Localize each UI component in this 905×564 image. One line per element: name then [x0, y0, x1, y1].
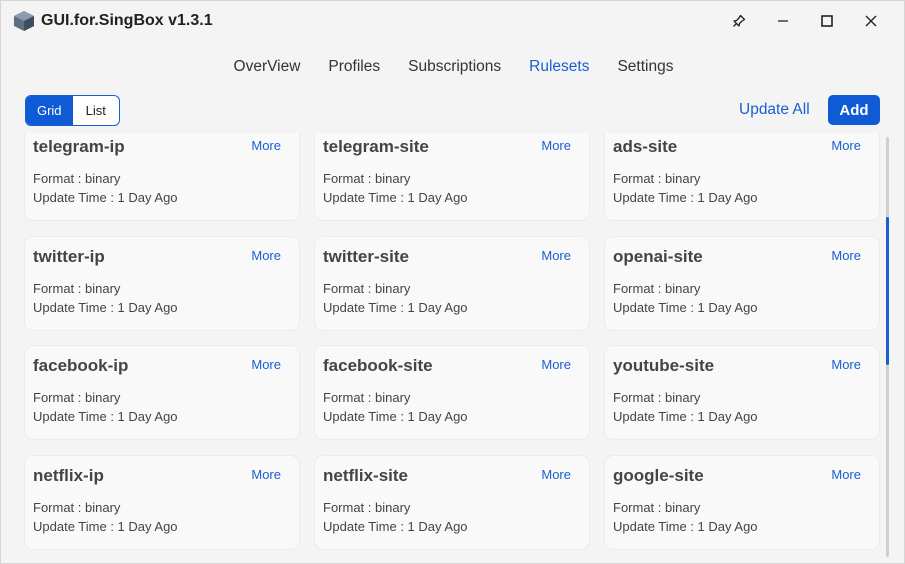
- more-button[interactable]: More: [541, 138, 571, 153]
- ruleset-name: telegram-site: [323, 137, 429, 156]
- tab-profiles[interactable]: Profiles: [314, 55, 394, 81]
- add-button[interactable]: Add: [828, 95, 880, 125]
- more-button[interactable]: More: [831, 248, 861, 263]
- maximize-icon: [821, 15, 833, 27]
- more-button[interactable]: More: [831, 357, 861, 372]
- ruleset-update-time: Update Time : 1 Day Ago: [323, 300, 468, 315]
- ruleset-name: netflix-ip: [33, 466, 104, 485]
- ruleset-name: facebook-site: [323, 356, 433, 375]
- more-button[interactable]: More: [251, 357, 281, 372]
- pin-icon: [733, 14, 746, 27]
- ruleset-card: twitter-ip More Format : binary Update T…: [25, 237, 299, 330]
- main-nav: OverView Profiles Subscriptions Rulesets…: [1, 55, 904, 81]
- more-button[interactable]: More: [541, 357, 571, 372]
- ruleset-format: Format : binary: [323, 281, 411, 296]
- tab-overview[interactable]: OverView: [220, 55, 315, 81]
- ruleset-card: google-site More Format : binary Update …: [605, 456, 879, 549]
- ruleset-name: netflix-site: [323, 466, 409, 485]
- app-window: GUI.for.SingBox v1.3.1 OverView Profiles…: [0, 0, 905, 564]
- grid-view-button[interactable]: Grid: [26, 96, 73, 125]
- tab-settings[interactable]: Settings: [603, 55, 687, 81]
- update-all-button[interactable]: Update All: [739, 99, 810, 121]
- more-button[interactable]: More: [831, 467, 861, 482]
- ruleset-name: google-site: [613, 466, 704, 485]
- ruleset-update-time: Update Time : 1 Day Ago: [323, 190, 468, 205]
- view-toggle: Grid List: [25, 95, 120, 126]
- ruleset-update-time: Update Time : 1 Day Ago: [33, 190, 178, 205]
- more-button[interactable]: More: [541, 467, 571, 482]
- ruleset-format: Format : binary: [33, 390, 121, 405]
- close-icon: [865, 15, 877, 27]
- ruleset-update-time: Update Time : 1 Day Ago: [33, 519, 178, 534]
- ruleset-card: telegram-ip More Format : binary Update …: [25, 133, 299, 220]
- ruleset-format: Format : binary: [33, 171, 121, 186]
- ruleset-grid: telegram-ip More Format : binary Update …: [1, 133, 904, 563]
- ruleset-update-time: Update Time : 1 Day Ago: [613, 190, 758, 205]
- ruleset-update-time: Update Time : 1 Day Ago: [323, 409, 468, 424]
- ruleset-format: Format : binary: [33, 281, 121, 296]
- ruleset-format: Format : binary: [33, 500, 121, 515]
- ruleset-update-time: Update Time : 1 Day Ago: [613, 409, 758, 424]
- more-button[interactable]: More: [251, 467, 281, 482]
- more-button[interactable]: More: [251, 138, 281, 153]
- pin-button[interactable]: [719, 7, 759, 35]
- ruleset-name: youtube-site: [613, 356, 715, 375]
- app-logo-icon: [14, 11, 34, 31]
- ruleset-card: netflix-site More Format : binary Update…: [315, 456, 589, 549]
- minimize-icon: [778, 20, 788, 22]
- ruleset-format: Format : binary: [613, 171, 701, 186]
- ruleset-card: telegram-site More Format : binary Updat…: [315, 133, 589, 220]
- ruleset-card: openai-site More Format : binary Update …: [605, 237, 879, 330]
- ruleset-format: Format : binary: [323, 390, 411, 405]
- title-bar: GUI.for.SingBox v1.3.1: [1, 1, 904, 41]
- ruleset-card: ads-site More Format : binary Update Tim…: [605, 133, 879, 220]
- window-title: GUI.for.SingBox v1.3.1: [41, 12, 213, 29]
- ruleset-name: ads-site: [613, 137, 678, 156]
- more-button[interactable]: More: [541, 248, 571, 263]
- ruleset-format: Format : binary: [323, 171, 411, 186]
- list-view-button[interactable]: List: [73, 96, 120, 125]
- ruleset-format: Format : binary: [613, 500, 701, 515]
- ruleset-card: facebook-ip More Format : binary Update …: [25, 346, 299, 439]
- minimize-button[interactable]: [763, 7, 803, 35]
- ruleset-name: telegram-ip: [33, 137, 125, 156]
- ruleset-update-time: Update Time : 1 Day Ago: [33, 300, 178, 315]
- more-button[interactable]: More: [831, 138, 861, 153]
- ruleset-format: Format : binary: [613, 390, 701, 405]
- ruleset-name: twitter-site: [323, 247, 409, 266]
- close-button[interactable]: [851, 7, 891, 35]
- ruleset-name: twitter-ip: [33, 247, 105, 266]
- tab-rulesets[interactable]: Rulesets: [515, 55, 603, 81]
- scrollbar-thumb[interactable]: [886, 217, 889, 365]
- ruleset-update-time: Update Time : 1 Day Ago: [613, 519, 758, 534]
- ruleset-update-time: Update Time : 1 Day Ago: [33, 409, 178, 424]
- ruleset-card: youtube-site More Format : binary Update…: [605, 346, 879, 439]
- ruleset-name: openai-site: [613, 247, 703, 266]
- tab-subscriptions[interactable]: Subscriptions: [394, 55, 515, 81]
- ruleset-format: Format : binary: [613, 281, 701, 296]
- maximize-button[interactable]: [807, 7, 847, 35]
- ruleset-card: facebook-site More Format : binary Updat…: [315, 346, 589, 439]
- ruleset-update-time: Update Time : 1 Day Ago: [323, 519, 468, 534]
- ruleset-card: netflix-ip More Format : binary Update T…: [25, 456, 299, 549]
- ruleset-format: Format : binary: [323, 500, 411, 515]
- more-button[interactable]: More: [251, 248, 281, 263]
- ruleset-card: twitter-site More Format : binary Update…: [315, 237, 589, 330]
- ruleset-update-time: Update Time : 1 Day Ago: [613, 300, 758, 315]
- ruleset-name: facebook-ip: [33, 356, 129, 375]
